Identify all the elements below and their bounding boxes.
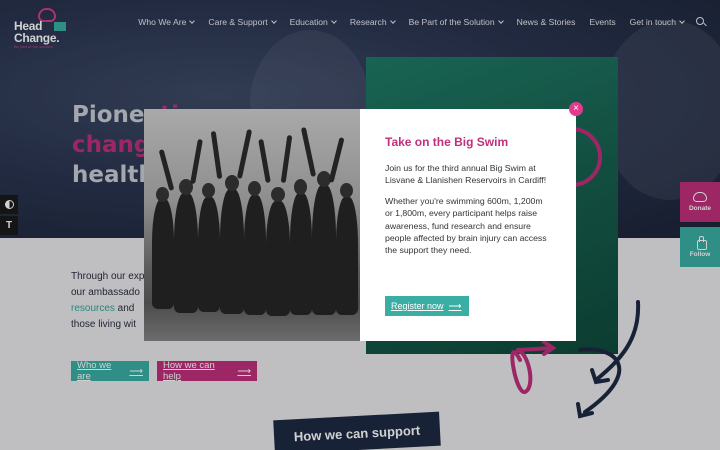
close-icon[interactable]: ×: [569, 102, 583, 116]
popup-paragraph: Join us for the third annual Big Swim at…: [385, 163, 547, 186]
arrow-right-icon: ⟶: [448, 300, 462, 311]
popup-content: Take on the Big Swim Join us for the thi…: [385, 135, 550, 265]
popup-paragraph: Whether you're swimming 600m, 1,200m or …: [385, 195, 547, 256]
big-swim-popup: Take on the Big Swim Join us for the thi…: [144, 109, 576, 341]
popup-title: Take on the Big Swim: [385, 135, 509, 149]
register-now-button[interactable]: Register now ⟶: [385, 296, 469, 316]
swimmers-photo: [144, 109, 360, 341]
